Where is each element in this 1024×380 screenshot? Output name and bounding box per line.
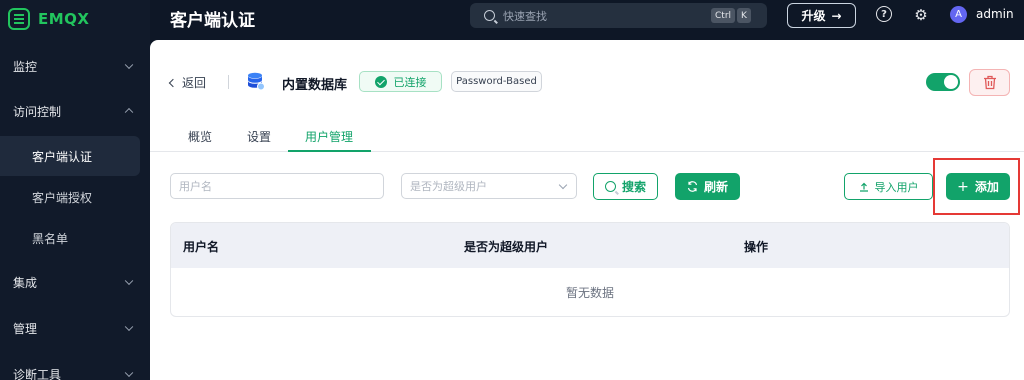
- top-header: 客户端认证 快速查找 Ctrl K 升级 → ? ⚙ A admin: [150, 0, 1024, 40]
- tab-overview[interactable]: 概览: [188, 128, 212, 145]
- tab-settings[interactable]: 设置: [247, 128, 271, 145]
- divider: [228, 75, 229, 89]
- arrow-right-icon: →: [831, 8, 842, 23]
- chevron-down-icon: [124, 60, 134, 70]
- help-icon[interactable]: ?: [876, 6, 892, 22]
- search-icon: [604, 181, 616, 192]
- superuser-select[interactable]: 是否为超级用户: [401, 173, 577, 199]
- back-label: 返回: [182, 76, 207, 90]
- avatar[interactable]: A: [950, 6, 967, 23]
- upgrade-label: 升级: [801, 9, 826, 23]
- sidebar-group-integration[interactable]: 集成: [0, 260, 150, 304]
- sidebar-group-management[interactable]: 管理: [0, 306, 150, 350]
- mechanism-badge: Password-Based: [451, 71, 542, 92]
- trash-icon: [983, 75, 996, 90]
- import-users-button[interactable]: 导入用户: [844, 173, 933, 200]
- sidebar: EMQX 监控 访问控制 客户端认证 客户端授权 黑名单 集成 管理 诊断工具: [0, 0, 150, 380]
- upload-icon: [859, 182, 868, 192]
- chevron-down-icon: [124, 368, 134, 378]
- sidebar-group-diagnostics[interactable]: 诊断工具: [0, 352, 150, 380]
- chevron-down-icon: [124, 276, 134, 286]
- status-text: 已连接: [393, 75, 427, 89]
- sidebar-item-authorization[interactable]: 客户端授权: [0, 177, 140, 217]
- column-header-superuser: 是否为超级用户: [464, 240, 549, 254]
- database-icon: [248, 72, 265, 91]
- refresh-button[interactable]: 刷新: [675, 173, 740, 200]
- sidebar-group-label: 管理: [13, 321, 38, 336]
- import-label: 导入用户: [874, 180, 919, 194]
- username[interactable]: admin: [976, 7, 1014, 21]
- sidebar-group-label: 诊断工具: [13, 367, 62, 380]
- emqx-logo-icon: [8, 8, 30, 30]
- chevron-down-icon: [558, 180, 568, 190]
- users-table: 用户名 是否为超级用户 操作 暂无数据: [170, 222, 1010, 317]
- search-label: 搜索: [621, 180, 646, 194]
- username-filter-input[interactable]: 用户名: [170, 173, 384, 199]
- back-button[interactable]: 返回: [168, 74, 207, 91]
- enable-toggle[interactable]: [926, 73, 960, 91]
- sidebar-group-label: 监控: [13, 59, 38, 74]
- sidebar-item-label: 客户端认证: [32, 149, 93, 164]
- search-button[interactable]: 搜索: [593, 173, 658, 200]
- upgrade-button[interactable]: 升级 →: [787, 3, 856, 28]
- status-badge: 已连接: [359, 71, 442, 92]
- highlight-box: [933, 158, 1020, 215]
- settings-icon[interactable]: ⚙: [912, 6, 930, 24]
- refresh-icon: [687, 181, 698, 192]
- column-header-username: 用户名: [183, 240, 220, 254]
- sidebar-item-authentication[interactable]: 客户端认证: [0, 136, 140, 176]
- page-title: 客户端认证: [170, 11, 255, 31]
- sidebar-group-label: 集成: [13, 275, 38, 290]
- table-header: 用户名 是否为超级用户 操作: [171, 223, 1009, 268]
- active-tab-indicator: [288, 150, 371, 152]
- shortcut-key-k: K: [737, 8, 751, 23]
- delete-button[interactable]: [969, 69, 1010, 96]
- main-panel: 返回 内置数据库 已连接 Password-Based 概览 设置 用户管理 用…: [150, 40, 1024, 380]
- brand[interactable]: EMQX: [0, 0, 150, 38]
- sidebar-group-access-control[interactable]: 访问控制: [0, 89, 150, 133]
- sidebar-item-label: 客户端授权: [32, 190, 93, 205]
- check-circle-icon: [374, 75, 387, 88]
- brand-name: EMQX: [38, 10, 90, 28]
- username-placeholder: 用户名: [179, 180, 212, 193]
- chevron-left-icon: [168, 78, 178, 87]
- refresh-label: 刷新: [703, 180, 728, 194]
- tab-user-management[interactable]: 用户管理: [305, 128, 353, 145]
- search-icon: [484, 10, 495, 21]
- sidebar-item-blacklist[interactable]: 黑名单: [0, 218, 140, 258]
- chevron-up-icon: [124, 107, 134, 117]
- superuser-placeholder: 是否为超级用户: [410, 180, 487, 193]
- quick-search-input[interactable]: 快速查找 Ctrl K: [470, 3, 767, 28]
- empty-state: 暂无数据: [565, 286, 614, 300]
- column-header-actions: 操作: [744, 240, 769, 254]
- tab-bar: 概览 设置 用户管理: [150, 122, 1024, 152]
- search-placeholder: 快速查找: [503, 9, 547, 23]
- sidebar-item-label: 黑名单: [32, 231, 69, 246]
- authenticator-name: 内置数据库: [282, 78, 348, 93]
- sidebar-group-label: 访问控制: [13, 104, 62, 119]
- shortcut-key-ctrl: Ctrl: [711, 8, 736, 23]
- chevron-down-icon: [124, 322, 134, 332]
- sidebar-group-monitor[interactable]: 监控: [0, 44, 150, 88]
